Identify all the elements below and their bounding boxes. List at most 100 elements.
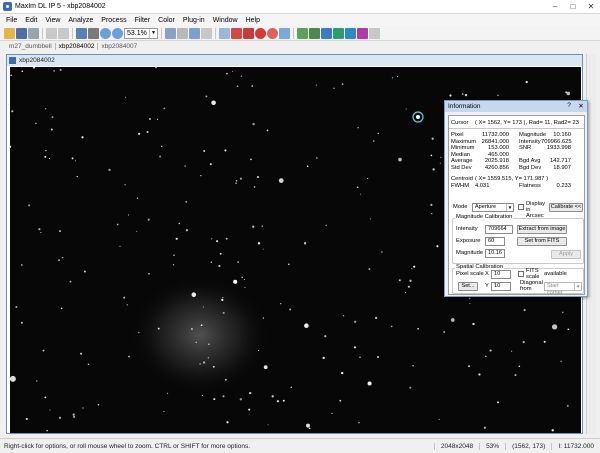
star xyxy=(138,132,141,135)
star xyxy=(497,94,499,97)
calibrate-button[interactable]: Calibrate << xyxy=(549,203,583,212)
star xyxy=(409,279,412,282)
fits-scale-checkbox[interactable] xyxy=(518,271,524,277)
star xyxy=(239,177,242,180)
help-icon[interactable]: ? xyxy=(563,102,575,111)
star xyxy=(468,365,470,368)
star xyxy=(510,350,513,352)
star xyxy=(560,360,562,363)
diagonal-from-select[interactable]: Start corner ▼ xyxy=(544,282,582,296)
star xyxy=(175,237,178,240)
star xyxy=(257,242,261,245)
stop-icon[interactable] xyxy=(255,27,266,39)
star xyxy=(226,421,229,424)
curves-icon[interactable] xyxy=(309,27,320,39)
star xyxy=(190,327,193,331)
star xyxy=(315,84,317,86)
star xyxy=(28,204,31,207)
menu-color[interactable]: Color xyxy=(154,17,179,24)
copy-icon[interactable] xyxy=(219,27,230,39)
star xyxy=(59,68,62,71)
intensity-input[interactable]: 709664 xyxy=(485,225,513,234)
star xyxy=(436,245,439,248)
tab-m27-dumbbell[interactable]: m27_dumbbell xyxy=(6,43,56,50)
print-icon[interactable] xyxy=(28,27,39,39)
wave-icon[interactable] xyxy=(369,27,380,39)
dc-mode-icon[interactable] xyxy=(88,27,99,39)
histogram-icon[interactable] xyxy=(177,27,188,39)
fwhm-row: FWHM 4.031 Flatness 0.233 xyxy=(451,183,571,190)
star xyxy=(398,157,402,162)
zoom-select[interactable]: 53.1% ▼ xyxy=(124,27,158,39)
star xyxy=(61,256,64,259)
star xyxy=(373,140,375,142)
star xyxy=(108,168,111,172)
star xyxy=(211,238,213,240)
tab-xbp2084007[interactable]: xbp2084007 xyxy=(98,43,140,50)
information-title-bar[interactable]: Information ? ✕ xyxy=(445,101,587,112)
diagonal-from-label: Diagonal from xyxy=(520,280,543,292)
star xyxy=(80,352,83,355)
graph-icon[interactable] xyxy=(321,27,332,39)
star xyxy=(209,163,212,166)
plot-icon[interactable] xyxy=(345,27,356,39)
star xyxy=(195,341,198,344)
color-balance-icon[interactable] xyxy=(243,27,254,39)
camera-control-icon[interactable] xyxy=(76,27,87,39)
filter-icon[interactable] xyxy=(279,27,290,39)
zoom-in-icon[interactable] xyxy=(100,27,111,39)
redo-icon[interactable] xyxy=(58,27,69,39)
menu-filter[interactable]: Filter xyxy=(131,17,155,24)
magnitude-input[interactable]: 10.16 xyxy=(485,249,505,258)
extract-from-image-button[interactable]: Extract from image xyxy=(517,225,567,234)
y-label: Y xyxy=(485,283,489,289)
menu-help[interactable]: Help xyxy=(242,17,264,24)
screen-stretch-icon[interactable] xyxy=(165,27,176,39)
star xyxy=(185,200,188,203)
tab-xbp2084002[interactable]: xbp2084002 xyxy=(56,43,99,50)
set-pixel-scale-button[interactable]: Set... xyxy=(458,282,478,291)
star xyxy=(156,118,159,121)
star xyxy=(36,380,38,382)
info-window-icon[interactable] xyxy=(189,27,200,39)
star xyxy=(222,296,224,299)
star xyxy=(222,311,225,314)
menu-window[interactable]: Window xyxy=(209,17,242,24)
menu-file[interactable]: File xyxy=(2,17,21,24)
close-button[interactable]: ✕ xyxy=(582,0,600,13)
mode-select[interactable]: Aperture ▼ xyxy=(472,203,514,212)
apply-button[interactable]: Apply xyxy=(551,250,581,259)
star xyxy=(244,286,246,289)
exposure-input[interactable]: 60 xyxy=(485,237,505,246)
star xyxy=(518,365,521,368)
line-profile-icon[interactable] xyxy=(333,27,344,39)
star xyxy=(82,407,84,409)
zoom-out-icon[interactable] xyxy=(112,27,123,39)
minimize-button[interactable]: – xyxy=(546,1,564,13)
star xyxy=(72,413,75,416)
pixel-scale-y-input[interactable]: 10 xyxy=(491,282,511,291)
menu-edit[interactable]: Edit xyxy=(21,17,41,24)
add-icon[interactable] xyxy=(231,27,242,39)
set-from-fits-button[interactable]: Set from FITS xyxy=(517,237,567,246)
open-folder-icon[interactable] xyxy=(4,27,15,39)
undo-icon[interactable] xyxy=(46,27,57,39)
menu-view[interactable]: View xyxy=(41,17,64,24)
maximize-button[interactable]: □ xyxy=(564,1,582,13)
menu-process[interactable]: Process xyxy=(97,17,130,24)
save-icon[interactable] xyxy=(16,27,27,39)
close-icon[interactable]: ✕ xyxy=(575,102,587,111)
levels-icon[interactable] xyxy=(297,27,308,39)
star xyxy=(35,122,37,125)
star xyxy=(411,268,413,270)
menu-analyze[interactable]: Analyze xyxy=(64,17,97,24)
display-arcsec-checkbox[interactable] xyxy=(518,204,524,210)
menu-plugin[interactable]: Plug-in xyxy=(179,17,209,24)
pixel-scale-x-input[interactable]: 10 xyxy=(491,270,511,279)
crosshair-icon[interactable] xyxy=(201,27,212,39)
measure-icon[interactable] xyxy=(357,27,368,39)
star xyxy=(201,394,204,397)
star xyxy=(440,156,442,158)
no-entry-icon[interactable] xyxy=(267,27,278,39)
star xyxy=(278,178,284,183)
